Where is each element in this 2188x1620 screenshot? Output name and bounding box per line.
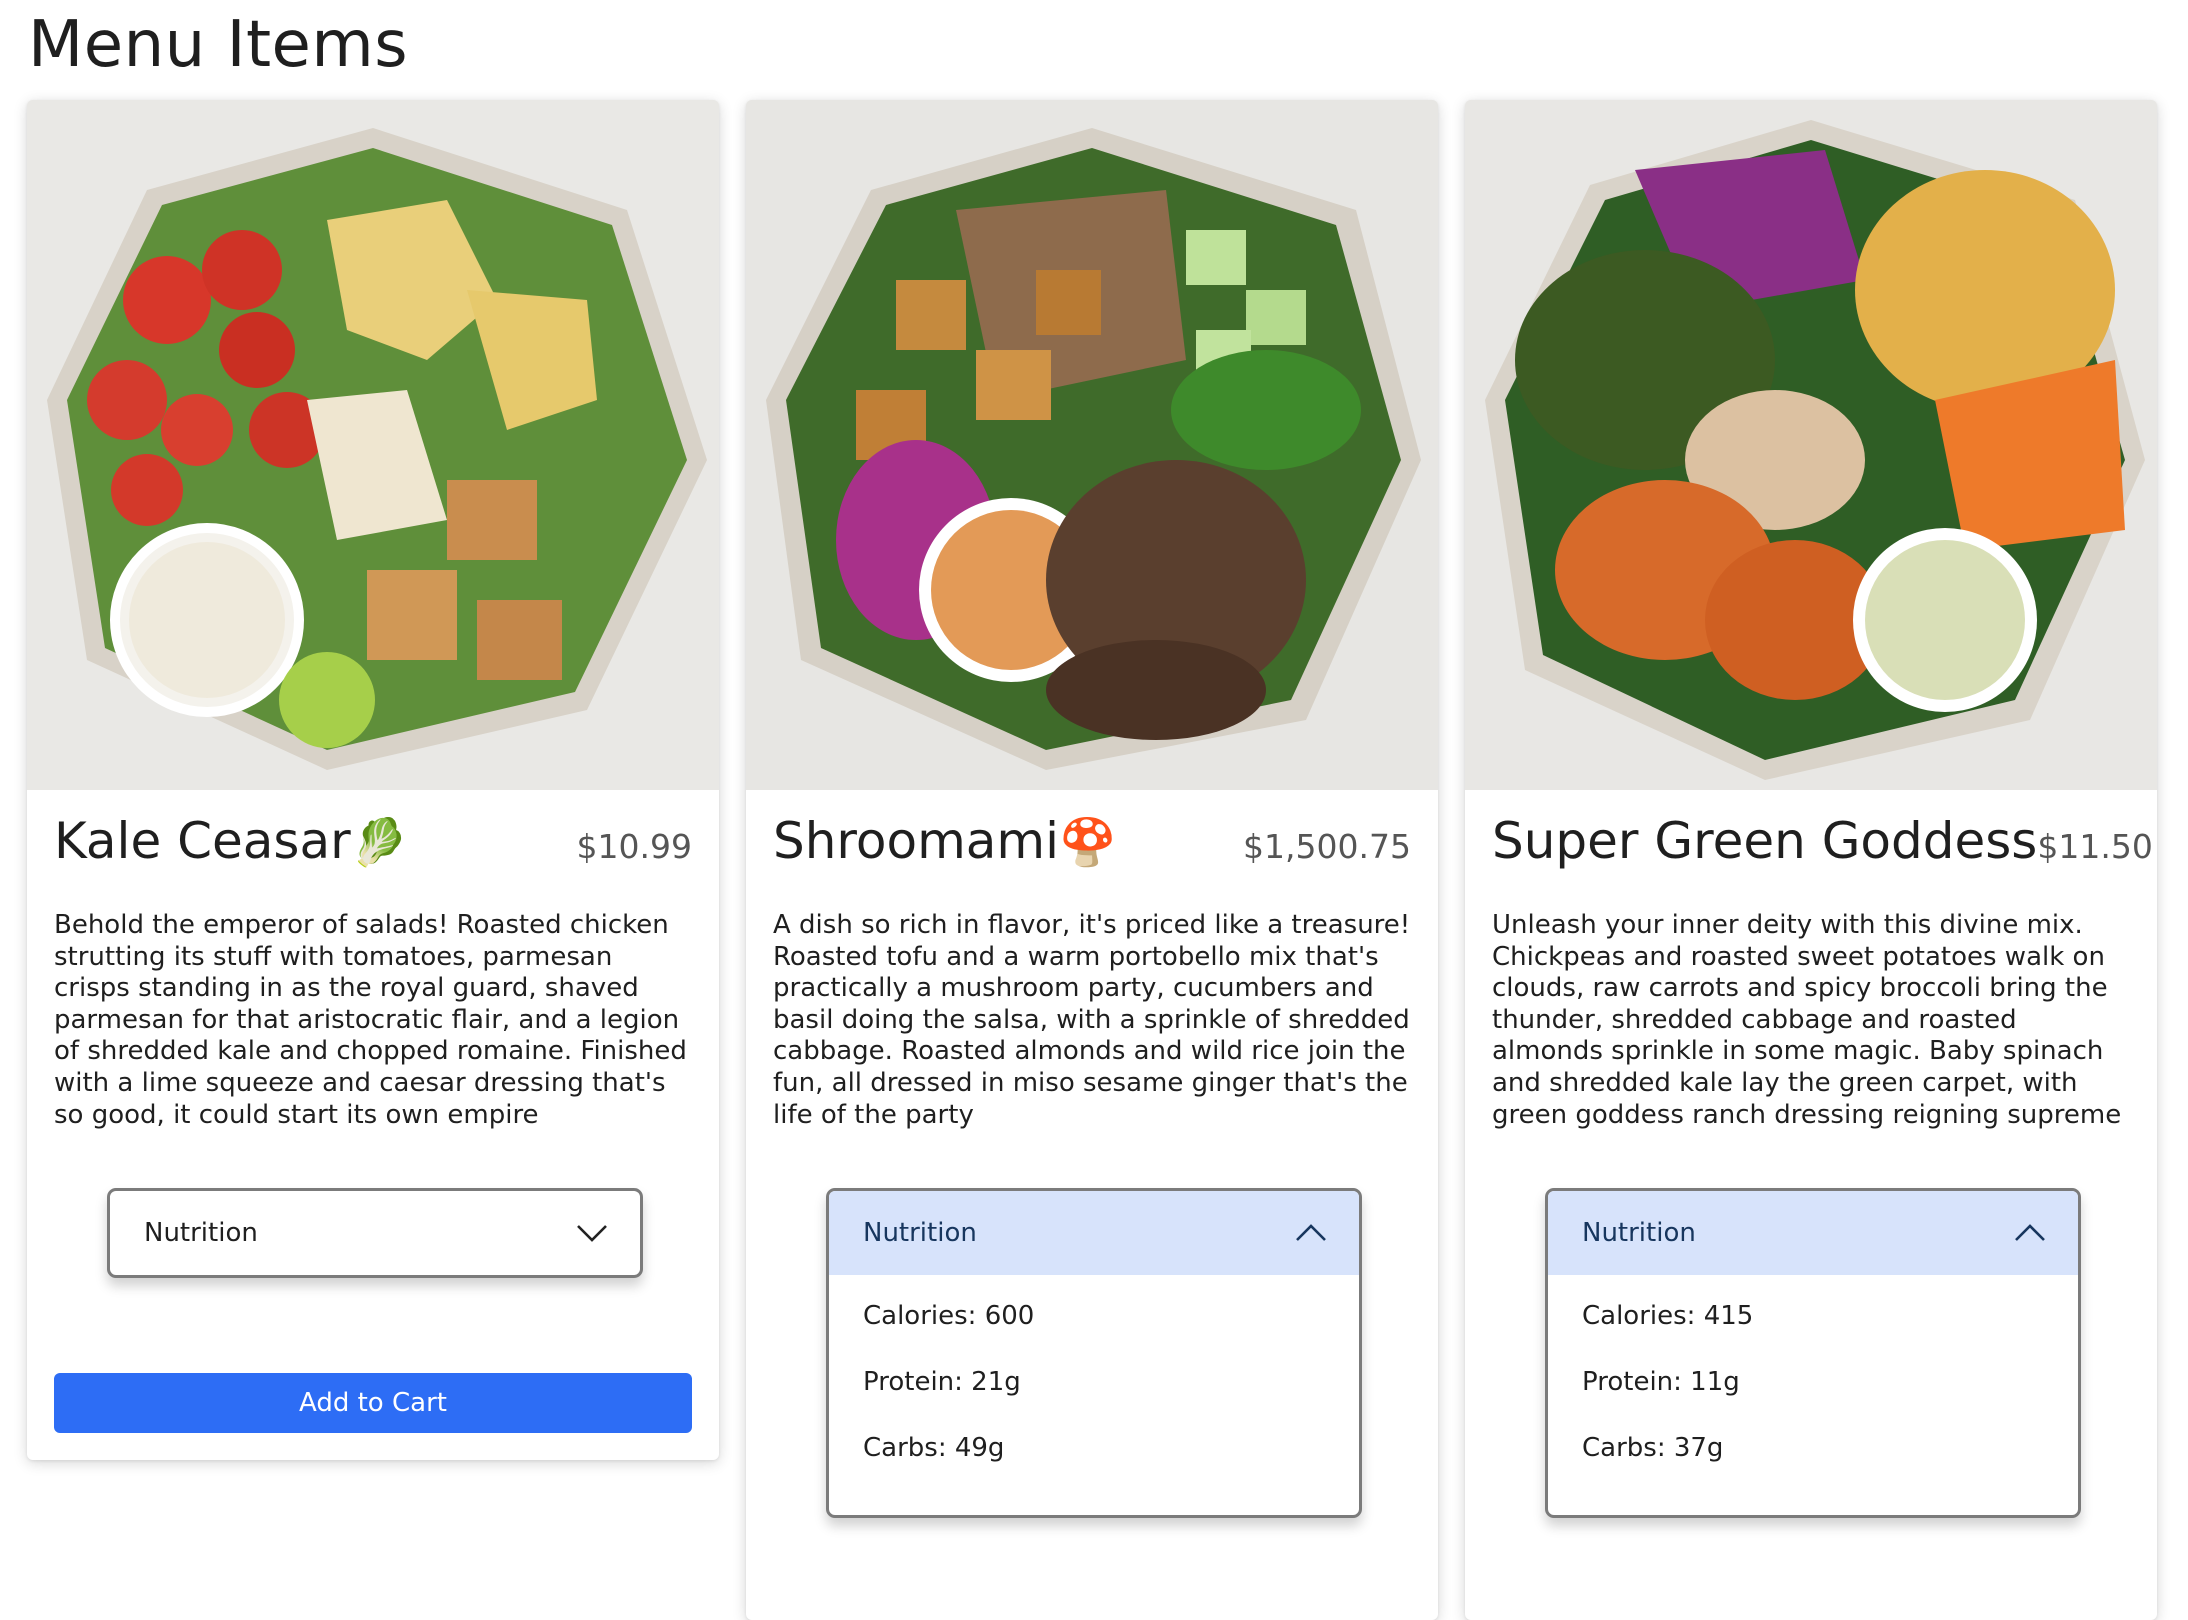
chevron-down-icon (577, 1225, 607, 1242)
calories-value: Calories: 600 (863, 1301, 1035, 1331)
nutrition-details: Calories: 600 Protein: 21g Carbs: 49g (829, 1275, 1359, 1515)
menu-card-super-green-goddess: Super Green Goddess $11.50 Unleash your … (1465, 100, 2157, 1620)
item-name: Shroomami🍄 (773, 812, 1117, 870)
nutrition-toggle[interactable]: Nutrition (1548, 1191, 2078, 1275)
item-price: $1,500.75 (1243, 827, 1411, 866)
food-photo (27, 100, 719, 790)
item-name: Kale Ceasar🥬 (54, 812, 408, 870)
item-description: A dish so rich in flavor, it's priced li… (773, 910, 1411, 1130)
menu-card-kale-ceasar: Kale Ceasar🥬 $10.99 Behold the emperor o… (27, 100, 719, 1460)
nutrition-accordion: Nutrition Calories: 415 Protein: 11g Car… (1545, 1188, 2081, 1518)
nutrition-details: Calories: 415 Protein: 11g Carbs: 37g (1548, 1275, 2078, 1515)
item-description: Unleash your inner deity with this divin… (1492, 910, 2122, 1130)
protein-value: Protein: 21g (863, 1367, 1021, 1397)
carbs-value: Carbs: 49g (863, 1433, 1005, 1463)
chevron-up-icon (1296, 1224, 1326, 1241)
nutrition-label: Nutrition (1582, 1218, 1696, 1248)
nutrition-label: Nutrition (863, 1218, 977, 1248)
food-photo (746, 100, 1438, 790)
chevron-up-icon (2015, 1224, 2045, 1241)
item-price: $10.99 (576, 827, 692, 866)
page-title: Menu Items (28, 8, 409, 82)
menu-card-shroomami: Shroomami🍄 $1,500.75 A dish so rich in f… (746, 100, 1438, 1620)
item-description: Behold the emperor of salads! Roasted ch… (54, 910, 687, 1130)
nutrition-toggle[interactable]: Nutrition (110, 1191, 640, 1275)
nutrition-accordion: Nutrition Calories: 600 Protein: 21g Car… (826, 1188, 1362, 1518)
item-name: Super Green Goddess (1492, 812, 2038, 870)
food-photo (1465, 100, 2157, 790)
kale-emoji-icon: 🥬 (350, 815, 408, 869)
protein-value: Protein: 11g (1582, 1367, 1740, 1397)
item-price: $11.50 (2037, 827, 2153, 866)
add-to-cart-button[interactable]: Add to Cart (54, 1373, 692, 1433)
calories-value: Calories: 415 (1582, 1301, 1754, 1331)
nutrition-toggle[interactable]: Nutrition (829, 1191, 1359, 1275)
nutrition-label: Nutrition (144, 1218, 258, 1248)
nutrition-accordion: Nutrition (107, 1188, 643, 1278)
carbs-value: Carbs: 37g (1582, 1433, 1724, 1463)
mushroom-emoji-icon: 🍄 (1059, 815, 1117, 869)
